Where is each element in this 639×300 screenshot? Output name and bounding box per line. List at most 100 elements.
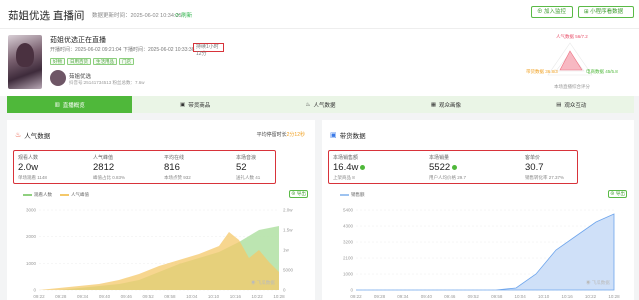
x-tick-label: 09:40 (421, 294, 433, 299)
x-tick-label: 09:22 (350, 294, 362, 299)
x-tick-label: 10:04 (186, 294, 198, 299)
bar-chart-icon: ▥ (54, 101, 60, 108)
tag-list: 好物 日用百货 生活用品 门店 (50, 58, 134, 65)
x-tick-label: 09:40 (99, 294, 111, 299)
chat-icon: ▤ (556, 101, 562, 108)
legend-item[interactable]: 销售额 (340, 192, 365, 198)
status-dot (452, 164, 458, 170)
flame-icon: ♨ (15, 132, 22, 139)
y-tick-label: 0 (33, 288, 36, 293)
legend-swatch (60, 193, 69, 196)
y-right-tick-label: 1w (283, 248, 290, 253)
x-tick-label: 10:28 (273, 294, 285, 299)
x-tick-label: 10:28 (608, 294, 620, 299)
tab-label: 带货商品 (188, 102, 211, 109)
legend-item[interactable]: 观看人数 (23, 192, 52, 198)
radar-label-bottom: 本场直播综合评分 (554, 84, 590, 89)
legend-item[interactable]: 人气峰值 (60, 192, 89, 198)
shop-name[interactable]: 茹姐优选 (69, 72, 91, 80)
end-time: 下播时间：2025-06-02 10:33:36 (123, 47, 195, 53)
stat-sub: 上架商品 8 (333, 175, 355, 180)
refresh-button[interactable]: ⟳ 刷新 (175, 11, 192, 19)
status-dot (360, 164, 366, 170)
stat-sub: 用户人均价格 29.7 (429, 175, 467, 180)
stat-value-text: 5522 (429, 162, 451, 173)
stat-sub: 单场观看 1148 (18, 175, 47, 180)
stat-value: 2812 (93, 162, 115, 173)
stat-sub: 峰值占比 0.83% (93, 175, 126, 180)
legend-label: 观看人数 (34, 192, 52, 197)
y-tick-label: 5400 (343, 208, 354, 213)
stat-value: 16.4w (333, 162, 366, 173)
y-tick-label: 0 (350, 288, 353, 293)
stat-label: 本场音浪 (236, 155, 257, 161)
radar-label-top: 人气数据 56/7.2 (556, 34, 588, 39)
live-title: 茹姐优选正在直播 (50, 37, 106, 44)
y-tick-label: 1000 (343, 272, 354, 277)
add-monitor-button[interactable]: ⊕ 加入监控 (531, 6, 573, 18)
legend-label: 销售额 (351, 192, 365, 197)
y-tick-label: 1000 (26, 261, 37, 266)
popularity-stats: 观看人数 2.0w 单场观看 1148 人气峰值 2812 峰值占比 0.83%… (13, 150, 276, 184)
stat-label: 人气峰值 (93, 155, 114, 161)
panel-title-text: 人气数据 (24, 133, 51, 140)
x-tick-label: 09:28 (55, 294, 67, 299)
stat-label: 本场销量 (429, 155, 450, 161)
x-tick-label: 10:16 (561, 294, 573, 299)
export-button[interactable]: ⊕ 导出 (289, 190, 308, 198)
y-tick-label: 2000 (26, 234, 37, 239)
portrait-icon: ▦ (430, 101, 437, 108)
mini-program-button[interactable]: ⊞ 小程序看数据 (578, 6, 634, 18)
stat-value: 816 (164, 162, 180, 173)
sales-panel: ▣ 带货数据 本场销售额 16.4w 上架商品 8 本场销量 5522 用户人均价… (322, 120, 634, 300)
watermark: ◉ 飞瓜数据 (586, 279, 610, 286)
tab-audience[interactable]: ▦ 观众画像 (383, 96, 508, 113)
y-right-tick-label: 2.0w (283, 208, 293, 213)
x-tick-label: 10:04 (515, 294, 527, 299)
export-button[interactable]: ⊕ 导出 (608, 190, 627, 198)
y-right-tick-label: 5000 (283, 268, 294, 273)
x-tick-label: 09:58 (491, 294, 503, 299)
avg-stay-value: 2分12秒 (286, 132, 305, 138)
y-right-tick-label: 0 (283, 288, 286, 293)
radar-area (559, 50, 583, 71)
x-tick-label: 09:52 (468, 294, 480, 299)
x-tick-label: 09:28 (374, 294, 386, 299)
start-time: 开播时间：2025-06-02 09:21:04 (50, 47, 122, 53)
x-tick-label: 10:10 (208, 294, 220, 299)
x-tick-label: 10:10 (538, 294, 550, 299)
page-title: 茹姐优选 直播间 (8, 10, 85, 22)
stat-value: 30.7 (525, 162, 544, 173)
tag: 日用百货 (67, 58, 91, 65)
stat-sub: 送礼人数 41 (236, 175, 261, 180)
x-tick-label: 09:46 (121, 294, 133, 299)
tab-products[interactable]: ▣ 带货商品 (132, 96, 257, 113)
tab-label: 观众画像 (439, 102, 462, 109)
tab-overview[interactable]: ▥ 直播概览 (7, 96, 133, 113)
sales-stats: 本场销售额 16.4w 上架商品 8 本场销量 5522 用户人均价格 29.7… (328, 150, 578, 184)
live-cover-image[interactable] (8, 35, 42, 89)
avatar[interactable] (50, 70, 66, 86)
y-right-tick-label: 1.5w (283, 228, 293, 233)
panel-title: ▣ 带货数据 (330, 130, 366, 140)
stat-value: 5522 (429, 162, 458, 173)
y-tick-label: 2100 (343, 256, 354, 261)
x-tick-label: 09:22 (33, 294, 45, 299)
y-tick-label: 3200 (343, 240, 354, 245)
stat-label: 观看人数 (18, 155, 39, 161)
tab-interaction[interactable]: ▤ 观众互动 (509, 96, 634, 113)
panel-title-text: 带货数据 (339, 133, 366, 140)
x-tick-label: 09:34 (77, 294, 89, 299)
score-radar-chart (547, 42, 593, 76)
tab-popularity[interactable]: ♨ 人气数据 (258, 96, 383, 113)
x-tick-label: 09:34 (397, 294, 409, 299)
x-tick-label: 09:46 (444, 294, 456, 299)
tag: 生活用品 (93, 58, 117, 65)
tab-label: 直播概览 (62, 102, 85, 109)
cart-icon: ▣ (330, 132, 337, 139)
stat-sub: 销售转化率 27.37% (525, 175, 565, 180)
stat-value: 2.0w (18, 162, 39, 173)
legend-swatch (23, 193, 32, 196)
panel-title: ♨ 人气数据 (15, 130, 50, 140)
stat-label: 客单价 (525, 155, 541, 161)
